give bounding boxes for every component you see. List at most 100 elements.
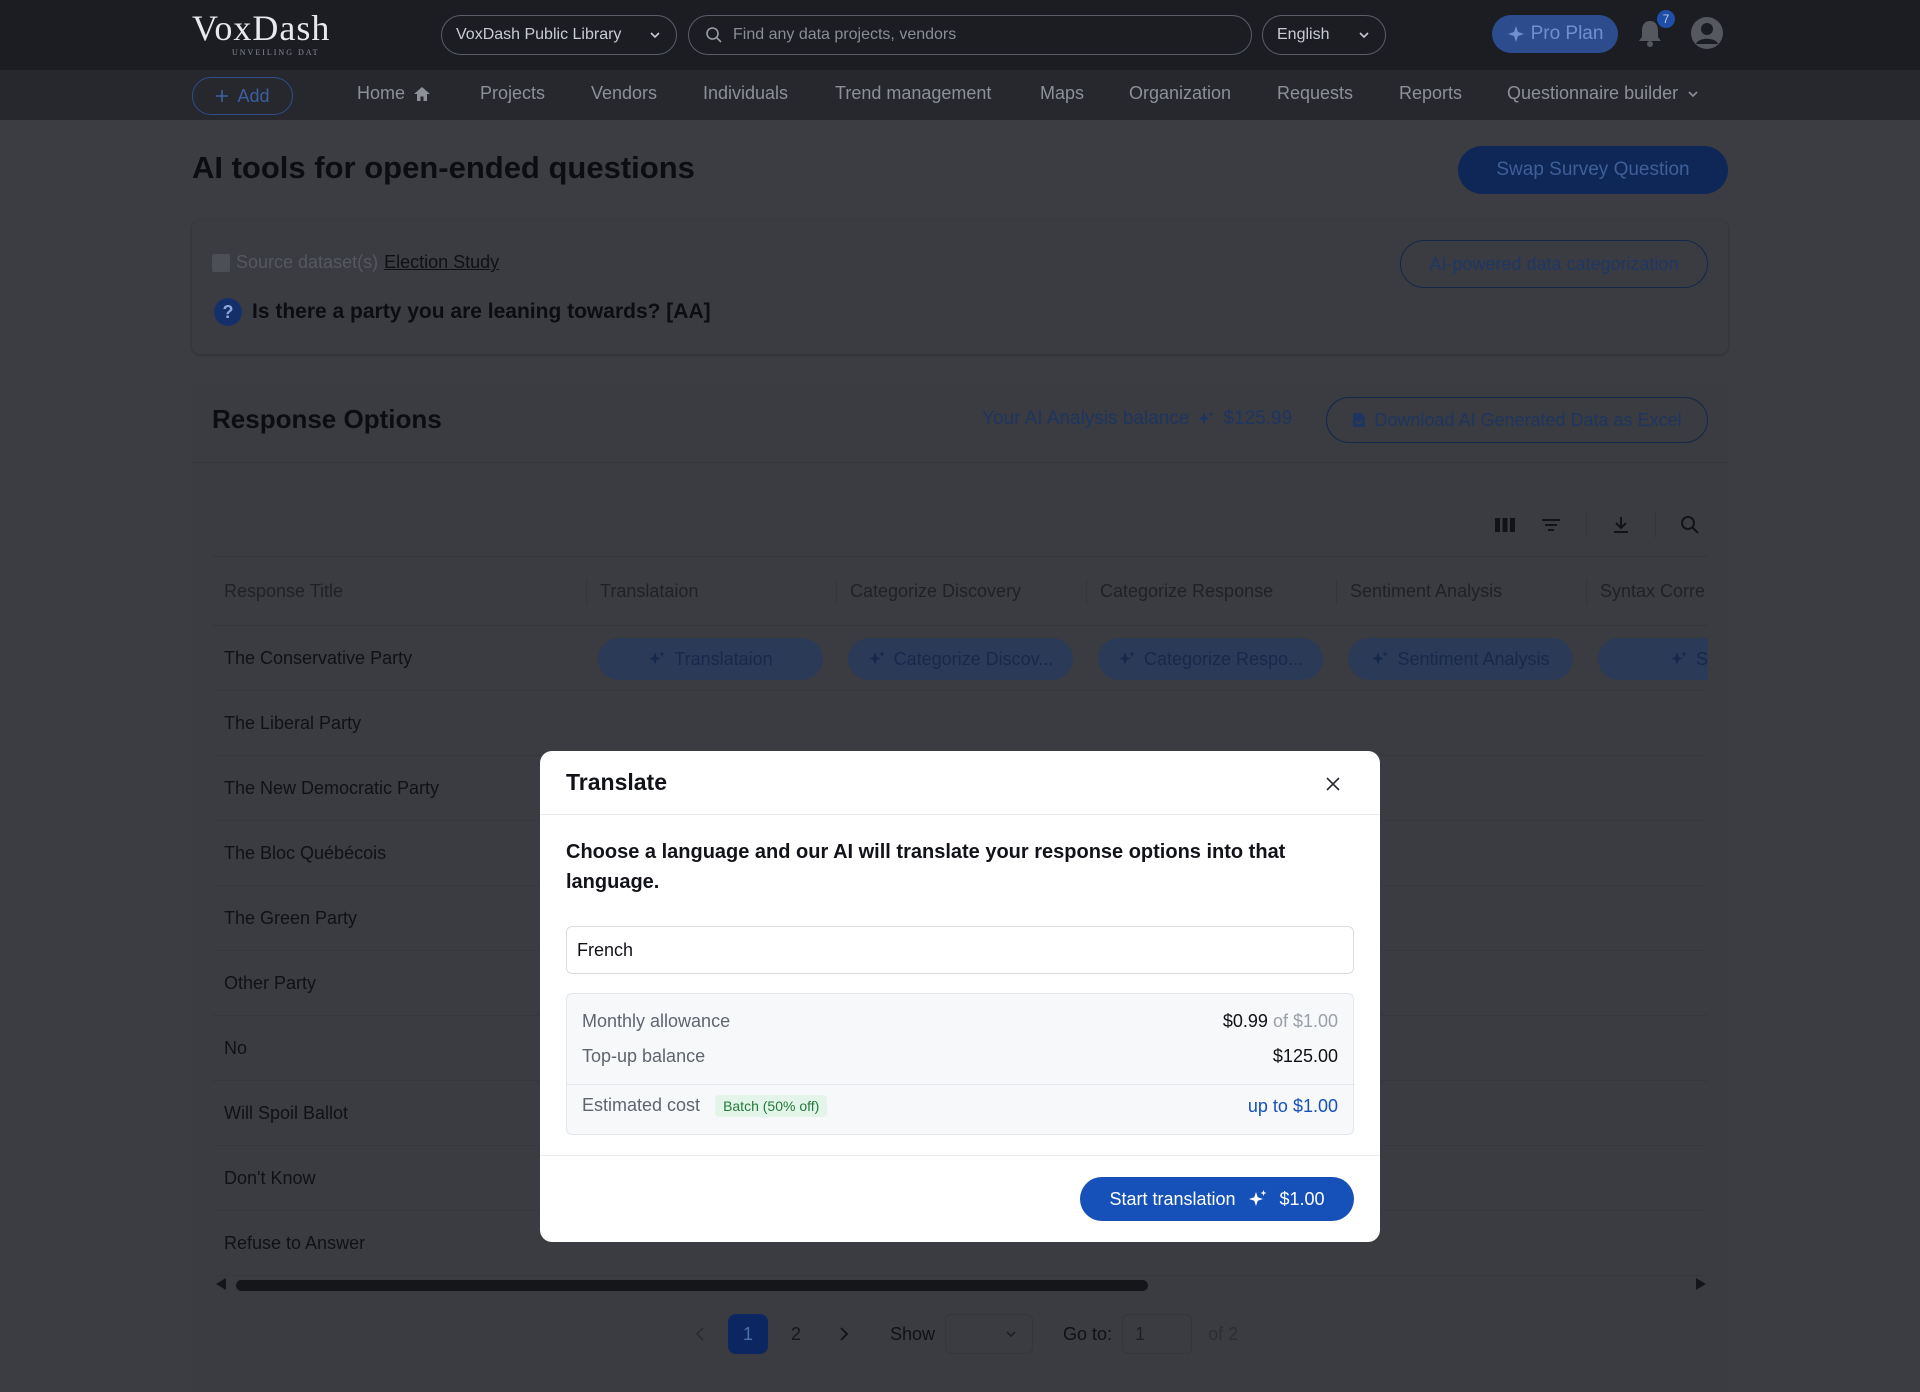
column-separator [836,579,837,605]
section-divider [192,462,1728,463]
sparkle-icon [1118,650,1136,668]
nav-reports[interactable]: Reports [1399,83,1462,104]
ai-balance-label: Your AI Analysis balance [982,408,1190,429]
start-translation-button[interactable]: Start translation $1.00 [1080,1177,1354,1221]
column-header[interactable]: Categorize Discovery [850,581,1021,602]
filter-icon[interactable] [1540,516,1562,534]
cost-summary: Monthly allowance $0.99 of $1.00 Top-up … [566,993,1355,1135]
translation-ai-button[interactable]: Translataion [598,638,823,680]
question-text: ? Is there a party you are leaning towar… [214,298,711,326]
nav-questionnaire-builder[interactable]: Questionnaire builder [1507,83,1700,104]
total-pages-label: of 2 [1208,1323,1239,1344]
table-header: Response Title Translataion Categorize D… [212,556,1708,626]
column-header[interactable]: Translataion [600,581,698,602]
table-row: The Liberal Party [212,691,1708,756]
columns-icon[interactable] [1494,516,1516,534]
page-1-button[interactable]: 1 [728,1314,768,1354]
cost-divider [567,1084,1355,1085]
batch-discount-badge: Batch (50% off) [715,1095,828,1117]
page-size-select[interactable] [945,1314,1034,1354]
dataset-icon [212,253,230,272]
source-dataset: Source dataset(s) Election Study [212,252,499,273]
page-2-button[interactable]: 2 [776,1314,816,1354]
download-icon[interactable] [1611,515,1631,535]
library-select-value: VoxDash Public Library [456,26,622,43]
scroll-right-arrow-icon[interactable] [1696,1278,1706,1290]
categorize-discovery-ai-button[interactable]: Categorize Discov... [848,638,1073,680]
library-select[interactable]: VoxDash Public Library [441,15,677,55]
sentiment-analysis-ai-button[interactable]: Sentiment Analysis [1348,638,1573,680]
add-button[interactable]: Add [192,77,293,115]
search-icon [705,26,723,44]
language-select[interactable]: English [1262,15,1386,55]
categorize-response-ai-button[interactable]: Categorize Respo... [1098,638,1323,680]
pagination: 1 2 Show Go to: 1 of 2 [680,1314,1238,1354]
user-avatar-icon[interactable] [1690,16,1724,50]
nav-questionnaire-builder-label: Questionnaire builder [1507,83,1679,103]
download-excel-button[interactable]: Download AI Generated Data as Excel [1326,397,1708,443]
sparkle-icon [1670,650,1688,668]
monthly-allowance-label: Monthly allowance [582,1011,731,1031]
search-input[interactable]: Find any data projects, vendors [733,26,956,44]
close-icon[interactable] [1320,771,1346,797]
goto-page-input[interactable]: 1 [1122,1314,1193,1354]
language-input[interactable]: French [566,926,1354,974]
monthly-allowance-row: Monthly allowance $0.99 of $1.00 [582,1011,1338,1032]
brand-logo[interactable]: VoxDash [192,8,330,48]
horizontal-scrollbar[interactable] [216,1278,1706,1292]
source-dataset-link[interactable]: Election Study [384,252,499,273]
chevron-down-icon [1357,28,1371,42]
chevron-down-icon [1004,1327,1018,1341]
column-separator [1086,579,1087,605]
swap-survey-question-button[interactable]: Swap Survey Question [1458,146,1728,194]
sentiment-analysis-ai-button-label: Sentiment Analysis [1397,648,1550,669]
topup-balance-label: Top-up balance [582,1046,706,1066]
column-header[interactable]: Sentiment Analysis [1350,581,1502,602]
add-label: Add [237,85,270,106]
search-icon[interactable] [1680,515,1700,535]
brand-tagline: UNVEILING DAT [232,48,320,57]
column-header[interactable]: Syntax Corre [1600,581,1705,602]
nav-requests[interactable]: Requests [1277,83,1353,104]
nav-vendors[interactable]: Vendors [591,83,657,104]
modal-title: Translate [566,769,667,795]
column-separator [1336,579,1337,605]
start-translation-label: Start translation [1109,1188,1236,1209]
question-mark-icon: ? [214,298,242,326]
scroll-left-arrow-icon[interactable] [216,1278,226,1290]
nav-individuals[interactable]: Individuals [703,83,788,104]
column-header[interactable]: Response Title [224,581,343,602]
nav-home-label: Home [357,83,406,103]
monthly-allowance-value: $0.99 [1222,1011,1268,1031]
start-translation-cost: $1.00 [1279,1188,1325,1209]
main-nav: Add Home Projects Vendors Individuals Tr… [0,70,1920,120]
column-header[interactable]: Categorize Response [1100,581,1273,602]
prev-page-icon[interactable] [680,1314,720,1354]
chevron-down-icon [648,28,662,42]
pro-plan-button[interactable]: Pro Plan [1492,15,1618,53]
show-label: Show [890,1323,936,1344]
ai-balance: Your AI Analysis balance $125.99 [982,408,1292,430]
nav-maps[interactable]: Maps [1040,83,1084,104]
topup-balance-value: $125.00 [1272,1046,1338,1066]
scrollbar-thumb[interactable] [236,1280,1148,1291]
monthly-allowance-total: of $1.00 [1272,1011,1338,1031]
global-search[interactable]: Find any data projects, vendors [688,15,1252,55]
translate-modal: Translate Choose a language and our AI w… [540,751,1380,1242]
next-page-icon[interactable] [824,1314,864,1354]
nav-projects[interactable]: Projects [480,83,545,104]
estimated-cost-row: Estimated cost Batch (50% off) up to $1.… [582,1095,1338,1117]
syntax-correction-ai-button[interactable]: Syntax [1598,638,1708,680]
sparkle-icon [648,650,666,668]
modal-description: Choose a language and our AI will transl… [566,841,1286,893]
nav-home[interactable]: Home [357,83,431,104]
modal-footer-divider [540,1155,1380,1156]
ai-categorization-button[interactable]: AI-powered data categorization [1400,240,1708,288]
nav-trend-management[interactable]: Trend management [835,83,991,104]
home-icon [413,85,431,103]
page-title: AI tools for open-ended questions [192,150,695,185]
download-excel-label: Download AI Generated Data as Excel [1374,409,1682,430]
sparkle-icon [1197,410,1215,428]
plus-icon [215,89,229,103]
nav-organization[interactable]: Organization [1129,83,1231,104]
